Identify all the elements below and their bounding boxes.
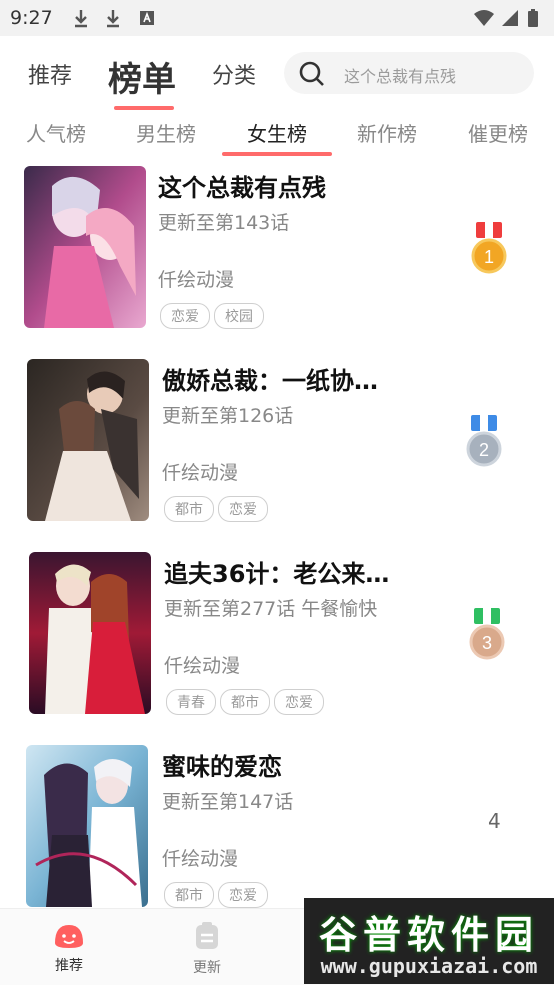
tag: 都市 xyxy=(220,689,270,715)
status-time: 9:27 xyxy=(10,7,53,29)
comic-cover[interactable] xyxy=(26,745,148,907)
tag: 恋爱 xyxy=(218,882,268,908)
top-tab-category[interactable]: 分类 xyxy=(212,58,256,90)
rank-number: 4 xyxy=(488,809,501,833)
top-tab-active-indicator xyxy=(114,106,174,110)
app-notification-icon xyxy=(140,11,154,25)
comic-tags: 恋爱 校园 xyxy=(160,303,268,329)
download-icon xyxy=(107,10,119,28)
status-bar: 9:27 xyxy=(0,0,554,36)
subtab-active-indicator xyxy=(222,152,332,156)
bottom-tab-label: 推荐 xyxy=(55,958,83,974)
search-bar[interactable]: 这个总裁有点残 xyxy=(284,52,534,94)
comic-title: 追夫36计：老公来… xyxy=(164,560,390,588)
search-icon xyxy=(299,61,324,86)
tag: 都市 xyxy=(164,496,214,522)
comic-update: 更新至第147话 xyxy=(162,791,294,813)
comic-update: 更新至第126话 xyxy=(162,405,294,427)
medal-rank-text: 1 xyxy=(484,247,494,267)
subtab-update-request[interactable]: 催更榜 xyxy=(468,118,528,147)
top-tab-recommend[interactable]: 推荐 xyxy=(28,58,72,90)
comic-title: 蜜味的爱恋 xyxy=(162,753,282,781)
tag: 恋爱 xyxy=(274,689,324,715)
watermark-title: 谷普软件园 xyxy=(318,913,539,957)
top-tab-rankings[interactable]: 榜单 xyxy=(108,52,176,101)
comic-tags: 青春 都市 恋爱 xyxy=(166,689,328,715)
subtab-popular[interactable]: 人气榜 xyxy=(26,118,86,147)
comic-cover[interactable] xyxy=(27,359,149,521)
comic-tags: 都市 恋爱 xyxy=(164,496,272,522)
ranking-subtabs: 人气榜 男生榜 女生榜 新作榜 催更榜 xyxy=(0,112,554,158)
site-watermark: 谷普软件园 www.gupuxiazai.com xyxy=(304,898,554,984)
medal-rank-text: 3 xyxy=(482,633,492,653)
tag: 都市 xyxy=(164,882,214,908)
comic-author: 仟绘动漫 xyxy=(162,462,239,484)
subtab-female[interactable]: 女生榜 xyxy=(247,118,307,147)
comic-author: 仟绘动漫 xyxy=(158,269,235,291)
watermark-url: www.gupuxiazai.com xyxy=(320,954,538,978)
gold-medal-icon: 1 xyxy=(471,222,507,274)
list-item[interactable]: 这个总裁有点残 更新至第143话 仟绘动漫 恋爱 校园 1 xyxy=(0,160,554,353)
list-item[interactable]: 蜜味的爱恋 更新至第147话 仟绘动漫 都市 恋爱 4 xyxy=(0,739,554,908)
bottom-tab-label: 更新 xyxy=(193,960,221,976)
search-placeholder: 这个总裁有点残 xyxy=(344,67,457,86)
comic-cover[interactable] xyxy=(24,166,146,328)
list-item[interactable]: 傲娇总裁：一纸协… 更新至第126话 仟绘动漫 都市 恋爱 2 xyxy=(0,353,554,546)
tag: 青春 xyxy=(166,689,216,715)
comic-title: 这个总裁有点残 xyxy=(158,174,326,202)
comic-tags: 都市 恋爱 xyxy=(164,882,272,908)
tag: 校园 xyxy=(214,303,264,329)
comic-update: 更新至第277话 午餐愉快 xyxy=(164,598,378,620)
signal-battery-icons xyxy=(474,9,538,27)
tag: 恋爱 xyxy=(218,496,268,522)
recommend-face-icon xyxy=(55,925,83,948)
bottom-tab-update[interactable]: 更新 xyxy=(177,921,237,977)
tag: 恋爱 xyxy=(160,303,210,329)
top-navigation: 推荐 榜单 分类 这个总裁有点残 xyxy=(0,36,554,112)
comic-title: 傲娇总裁：一纸协… xyxy=(162,367,378,395)
update-clipboard-icon xyxy=(196,922,218,949)
subtab-new[interactable]: 新作榜 xyxy=(357,118,417,147)
silver-medal-icon: 2 xyxy=(466,415,502,467)
comic-author: 仟绘动漫 xyxy=(162,848,239,870)
list-item[interactable]: 追夫36计：老公来… 更新至第277话 午餐愉快 仟绘动漫 青春 都市 恋爱 3 xyxy=(0,546,554,739)
ranking-list: 这个总裁有点残 更新至第143话 仟绘动漫 恋爱 校园 1 傲娇总裁：一纸协… … xyxy=(0,160,554,908)
comic-author: 仟绘动漫 xyxy=(164,655,241,677)
download-icon xyxy=(75,10,87,28)
comic-update: 更新至第143话 xyxy=(158,212,290,234)
medal-rank-text: 2 xyxy=(479,440,489,460)
comic-cover[interactable] xyxy=(29,552,151,714)
bottom-tab-recommend[interactable]: 推荐 xyxy=(39,921,99,975)
subtab-male[interactable]: 男生榜 xyxy=(136,118,196,147)
bronze-medal-icon: 3 xyxy=(469,608,505,660)
